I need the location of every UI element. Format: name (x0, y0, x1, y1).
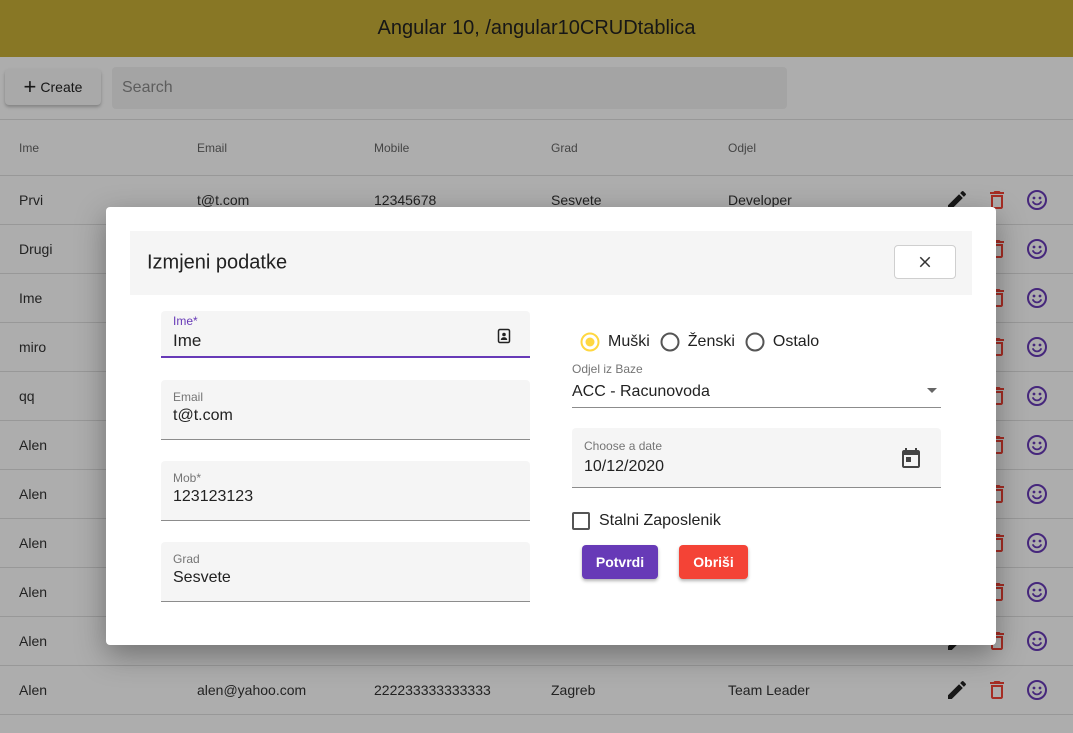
checkbox-box[interactable] (572, 512, 590, 530)
dialog-title: Izmjeni podatke (147, 251, 288, 274)
mob-input[interactable] (173, 488, 503, 506)
odjel-select[interactable]: Odjel iz Baze ACC - Racunovoda (572, 362, 941, 408)
submit-button[interactable]: Potvrdi (582, 545, 658, 579)
odjel-label: Odjel iz Baze (572, 362, 643, 376)
mob-label: Mob* (173, 471, 202, 485)
radio-unchecked-icon (660, 332, 680, 352)
dialog-header: Izmjeni podatke (130, 231, 972, 295)
grad-field[interactable]: Grad (161, 542, 530, 602)
radio-unchecked-icon (745, 332, 765, 352)
ime-input[interactable] (173, 331, 503, 351)
radio-zenski[interactable]: Ženski (660, 332, 735, 352)
grad-label: Grad (173, 552, 200, 566)
odjel-value: ACC - Racunovoda (572, 383, 710, 400)
ime-field[interactable]: Ime* (161, 311, 530, 358)
date-label: Choose a date (584, 439, 663, 453)
stalni-checkbox[interactable]: Stalni Zaposlenik (572, 512, 721, 530)
calendar-icon (902, 448, 920, 468)
radio-ostalo[interactable]: Ostalo (745, 332, 819, 352)
contact-card-icon (497, 328, 511, 344)
radio-zenski-label: Ženski (687, 333, 735, 350)
stalni-label: Stalni Zaposlenik (599, 512, 721, 529)
edit-dialog: Izmjeni podatke Ime* Email Mob* Grad Muš… (106, 207, 996, 645)
radio-muski[interactable]: Muški (580, 332, 650, 352)
ime-label: Ime* (173, 314, 198, 328)
close-icon (919, 256, 931, 268)
clear-button[interactable]: Obriši (679, 545, 748, 579)
gender-radio-group: Muški Ženski Ostalo (580, 331, 829, 353)
mob-field[interactable]: Mob* (161, 461, 530, 521)
radio-muski-label: Muški (608, 333, 650, 350)
date-input[interactable] (584, 458, 874, 476)
radio-ostalo-label: Ostalo (772, 333, 820, 350)
grad-input[interactable] (173, 569, 503, 587)
email-label: Email (173, 390, 204, 404)
email-field[interactable]: Email (161, 380, 530, 440)
radio-checked-icon (580, 332, 600, 352)
dropdown-arrow-icon (927, 388, 937, 393)
date-field[interactable]: Choose a date (572, 428, 941, 488)
email-input[interactable] (173, 407, 503, 425)
datepicker-toggle[interactable] (899, 446, 923, 470)
close-button[interactable] (894, 245, 956, 279)
